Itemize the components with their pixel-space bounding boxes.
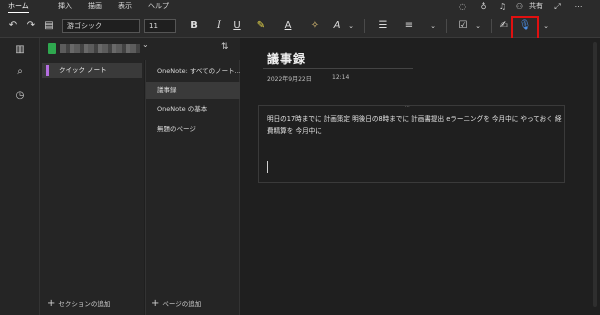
page-date: 2022年9月22日 <box>267 76 312 83</box>
bold-button[interactable]: B <box>187 19 201 33</box>
note-drag-handle[interactable]: ⋯ <box>405 105 410 110</box>
section-label: クイック ノート <box>59 66 107 74</box>
notebook-icon <box>48 43 56 54</box>
page-list: OneNote: すべてのノート... 議事録 OneNote の基本 無題のペ… <box>145 60 240 315</box>
section-item[interactable]: クイック ノート <box>42 63 142 78</box>
chevron-down-icon[interactable]: ⌄ <box>473 19 483 33</box>
add-section-button[interactable]: + セクションの追加 <box>47 298 110 310</box>
page-time: 12:14 <box>332 74 350 81</box>
tab-help[interactable]: ヘルプ <box>148 1 169 13</box>
plus-icon: + <box>151 298 160 309</box>
spelling-icon[interactable]: ✍ <box>497 19 511 33</box>
bullet-list-icon[interactable]: ☰ <box>376 19 390 33</box>
page-item[interactable]: OneNote の基本 <box>146 101 240 118</box>
bell-icon[interactable]: ♫ <box>497 1 508 12</box>
tab-draw[interactable]: 描画 <box>88 1 102 13</box>
chevron-down-icon[interactable]: ⌄ <box>142 40 149 49</box>
recent-icon[interactable]: ◷ <box>0 88 40 104</box>
styles-button[interactable]: A <box>330 19 344 33</box>
undo-icon[interactable]: ↶ <box>6 19 20 33</box>
notebook-name[interactable] <box>60 44 140 53</box>
chevron-down-icon[interactable]: ⌄ <box>346 19 356 33</box>
page-item[interactable]: 議事録 <box>146 82 240 99</box>
page-item[interactable]: OneNote: すべてのノート... <box>146 63 240 80</box>
add-page-button[interactable]: + ページの追加 <box>151 298 201 310</box>
clear-formatting-icon[interactable]: ✧ <box>308 19 322 33</box>
share-button[interactable]: 共有 <box>529 1 543 12</box>
chevron-down-icon[interactable]: ⌄ <box>428 19 438 33</box>
font-size-select[interactable]: 11 <box>144 19 176 33</box>
font-family-select[interactable]: 游ゴシック <box>62 19 140 33</box>
tab-home[interactable]: ホーム <box>8 1 29 13</box>
add-section-label: セクションの追加 <box>58 300 111 308</box>
numbered-list-icon[interactable]: ≡ <box>402 19 416 33</box>
font-color-button[interactable]: A <box>281 19 295 33</box>
todo-tag-icon[interactable]: ☑ <box>456 19 470 33</box>
add-page-label: ページの追加 <box>162 300 202 308</box>
section-color-bar <box>46 65 49 76</box>
lightbulb-icon[interactable]: ♁ <box>478 1 489 12</box>
sort-icon[interactable]: ⇅ <box>221 42 229 52</box>
expand-icon[interactable]: ⤢ <box>552 1 563 12</box>
notebooks-icon[interactable]: ▥ <box>0 42 40 58</box>
toolbar-divider <box>446 19 447 33</box>
chevron-down-icon[interactable]: ⌄ <box>541 19 551 33</box>
toolbar-divider <box>364 19 365 33</box>
redo-icon[interactable]: ↷ <box>24 19 38 33</box>
ribbon-toolbar: ↶ ↷ ▤ 游ゴシック 11 B I U ✎ A ✧ A ⌄ ☰ ≡ ⌄ ☑ ⌄… <box>0 14 600 38</box>
toolbar-divider <box>491 19 492 33</box>
search-icon[interactable]: ⌕ <box>0 64 40 80</box>
highlighter-icon[interactable]: ✎ <box>254 19 268 33</box>
comments-icon[interactable]: ◌ <box>457 1 468 12</box>
note-body[interactable]: 明日の17時までに 計画策定 明後日の8時までに 計画書提出 eラーニングを 今… <box>267 113 562 137</box>
page-title[interactable]: 議事録 <box>267 50 306 67</box>
scrollbar-thumb[interactable] <box>593 42 597 307</box>
section-list: クイック ノート <box>40 60 144 315</box>
plus-icon: + <box>47 298 56 309</box>
tab-insert[interactable]: 挿入 <box>58 1 72 13</box>
text-cursor <box>267 161 268 173</box>
tab-view[interactable]: 表示 <box>118 1 132 13</box>
clipboard-icon[interactable]: ▤ <box>42 19 56 33</box>
more-icon[interactable]: ⋯ <box>573 1 584 12</box>
title-underline <box>263 68 413 69</box>
nav-rail: ▥ ⌕ ◷ <box>0 38 40 315</box>
share-icon[interactable]: ⚇ <box>514 1 525 12</box>
italic-button[interactable]: I <box>212 19 226 33</box>
page-item[interactable]: 無題のページ <box>146 121 240 138</box>
ribbon-tabbar: ホーム 挿入 描画 表示 ヘルプ ◌ ♁ ♫ ⚇ 共有 ⤢ ⋯ <box>0 0 600 14</box>
underline-button[interactable]: U <box>230 19 244 33</box>
